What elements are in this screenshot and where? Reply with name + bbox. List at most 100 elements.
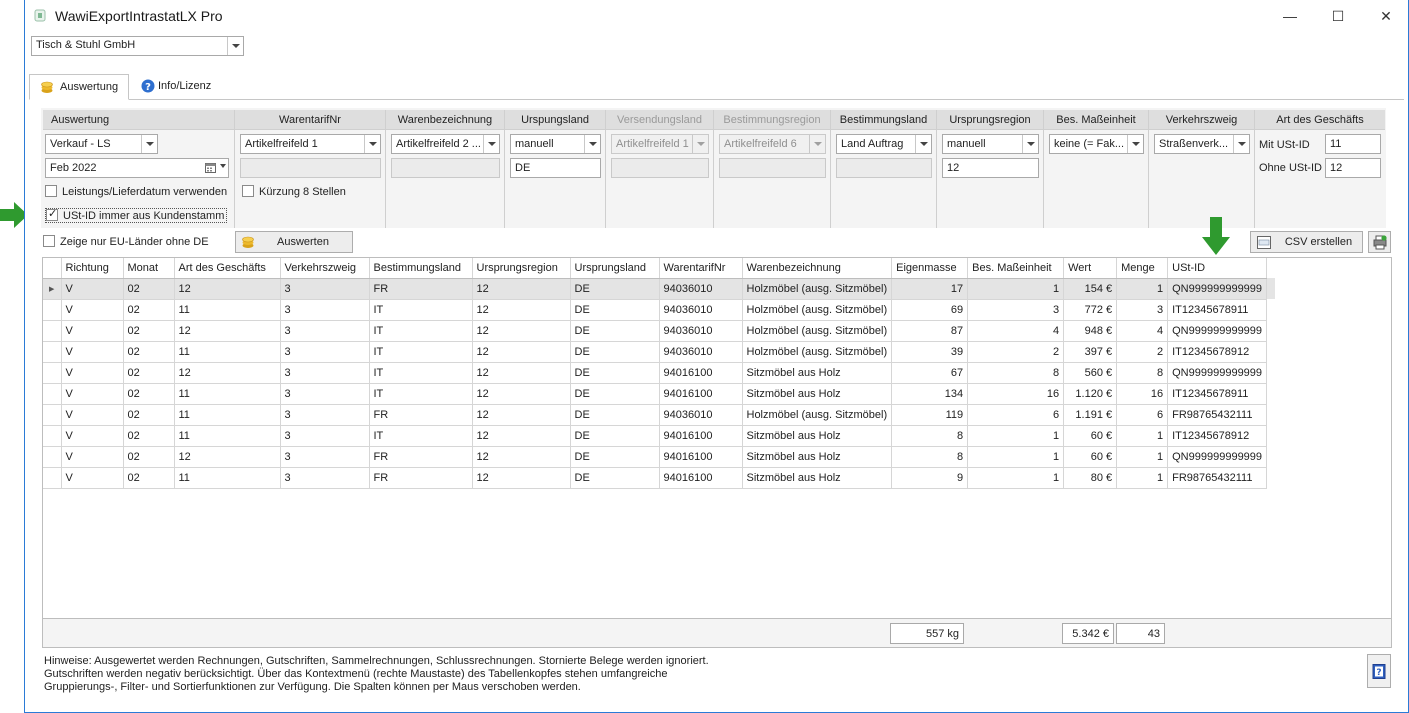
cell-verkehrszweig[interactable]: 3 bbox=[280, 425, 370, 447]
cell-ursprungsland[interactable]: DE bbox=[570, 299, 660, 321]
results-grid[interactable]: Richtung Monat Art des Geschäfts Verkehr… bbox=[42, 257, 1392, 619]
cell-ustid[interactable]: QN999999999999 bbox=[1167, 278, 1268, 300]
warentarifnr-select[interactable]: Artikelfreifeld 1 bbox=[240, 134, 381, 154]
cell-ustid[interactable]: IT12345678912 bbox=[1167, 341, 1268, 363]
col-header-verkehrszweig[interactable]: Verkehrszweig bbox=[280, 258, 370, 279]
versendungsland-input[interactable] bbox=[611, 158, 709, 178]
cell-bes-masseinheit[interactable]: 1 bbox=[967, 278, 1065, 300]
cell-ursprungsland[interactable]: DE bbox=[570, 278, 660, 300]
cell-verkehrszweig[interactable]: 3 bbox=[280, 278, 370, 300]
checkbox-kuerzung[interactable]: Kürzung 8 Stellen bbox=[242, 185, 346, 198]
cell-eigenmasse[interactable]: 69 bbox=[891, 299, 969, 321]
cell-ursprungsland[interactable]: DE bbox=[570, 446, 660, 468]
chevron-down-icon[interactable] bbox=[584, 135, 600, 153]
cell-ursprungsland[interactable]: DE bbox=[570, 425, 660, 447]
cell-bes-masseinheit[interactable]: 1 bbox=[967, 425, 1065, 447]
row-indicator[interactable] bbox=[43, 299, 62, 321]
checkbox-leistungsdatum[interactable]: Leistungs/Lieferdatum verwenden bbox=[45, 185, 227, 198]
cell-monat[interactable]: 02 bbox=[123, 320, 175, 342]
checkbox-box[interactable] bbox=[242, 185, 254, 197]
cell-bestimmungsland[interactable]: IT bbox=[369, 299, 473, 321]
cell-wert[interactable]: 1.191 € bbox=[1063, 404, 1118, 426]
cell-wert[interactable]: 80 € bbox=[1063, 467, 1118, 489]
cell-bes-masseinheit[interactable]: 2 bbox=[967, 341, 1065, 363]
company-select[interactable]: Tisch & Stuhl GmbH bbox=[31, 36, 244, 56]
minimize-button[interactable]: — bbox=[1275, 6, 1305, 26]
cell-ustid[interactable]: QN999999999999 bbox=[1167, 320, 1268, 342]
checkbox-box[interactable] bbox=[43, 235, 55, 247]
cell-menge[interactable]: 1 bbox=[1116, 467, 1169, 489]
row-indicator[interactable] bbox=[43, 320, 62, 342]
col-header-art-geschaefts[interactable]: Art des Geschäfts bbox=[174, 258, 281, 279]
cell-bes-masseinheit[interactable]: 1 bbox=[967, 467, 1065, 489]
cell-eigenmasse[interactable]: 8 bbox=[891, 446, 969, 468]
col-header-ursprungsland[interactable]: Ursprungsland bbox=[570, 258, 660, 279]
row-indicator[interactable] bbox=[43, 341, 62, 363]
cell-warentarifnr[interactable]: 94016100 bbox=[659, 362, 743, 384]
col-header-richtung[interactable]: Richtung bbox=[61, 258, 124, 279]
cell-bestimmungsland[interactable]: IT bbox=[369, 383, 473, 405]
warentarifnr-input[interactable] bbox=[240, 158, 381, 178]
cell-ursprungsregion[interactable]: 12 bbox=[472, 299, 571, 321]
cell-verkehrszweig[interactable]: 3 bbox=[280, 341, 370, 363]
cell-ursprungsregion[interactable]: 12 bbox=[472, 467, 571, 489]
cell-ursprungsland[interactable]: DE bbox=[570, 467, 660, 489]
cell-monat[interactable]: 02 bbox=[123, 404, 175, 426]
cell-menge[interactable]: 1 bbox=[1116, 278, 1169, 300]
cell-art-geschaefts[interactable]: 11 bbox=[174, 341, 281, 363]
chevron-down-icon[interactable] bbox=[1022, 135, 1038, 153]
col-header-bes-masseinheit[interactable]: Bes. Maßeinheit bbox=[967, 258, 1065, 279]
cell-menge[interactable]: 16 bbox=[1116, 383, 1169, 405]
col-header-warentarifnr[interactable]: WarentarifNr bbox=[659, 258, 743, 279]
col-header-ustid[interactable]: USt-ID bbox=[1167, 258, 1268, 279]
close-button[interactable]: ✕ bbox=[1371, 6, 1401, 26]
cell-richtung[interactable]: V bbox=[61, 299, 124, 321]
col-header-wert[interactable]: Wert bbox=[1063, 258, 1118, 279]
cell-wert[interactable]: 560 € bbox=[1063, 362, 1118, 384]
chevron-down-icon[interactable] bbox=[1233, 135, 1249, 153]
cell-verkehrszweig[interactable]: 3 bbox=[280, 467, 370, 489]
cell-wert[interactable]: 1.120 € bbox=[1063, 383, 1118, 405]
cell-richtung[interactable]: V bbox=[61, 425, 124, 447]
cell-warenbezeichnung[interactable]: Holzmöbel (ausg. Sitzmöbel) bbox=[742, 341, 893, 363]
cell-bestimmungsland[interactable]: IT bbox=[369, 320, 473, 342]
cell-eigenmasse[interactable]: 87 bbox=[891, 320, 969, 342]
cell-richtung[interactable]: V bbox=[61, 467, 124, 489]
cell-ursprungsregion[interactable]: 12 bbox=[472, 425, 571, 447]
cell-art-geschaefts[interactable]: 12 bbox=[174, 320, 281, 342]
cell-wert[interactable]: 397 € bbox=[1063, 341, 1118, 363]
table-row[interactable]: ▶ V 02 12 3 FR 12 DE 94036010 Holzmöbel (ausg. Si… bbox=[43, 278, 1276, 300]
cell-ursprungsregion[interactable]: 12 bbox=[472, 341, 571, 363]
checkbox-eu-only[interactable]: Zeige nur EU-Länder ohne DE bbox=[43, 235, 209, 248]
bes-masseinheit-select[interactable]: keine (= Fak... bbox=[1049, 134, 1144, 154]
table-row[interactable]: V 02 11 3 FR 12 DE 94036010 Holzmöbel (ausg. Sit… bbox=[43, 404, 1275, 426]
chevron-down-icon[interactable] bbox=[227, 37, 243, 55]
warenbezeichnung-select[interactable]: Artikelfreifeld 2 ... bbox=[391, 134, 500, 154]
cell-art-geschaefts[interactable]: 11 bbox=[174, 299, 281, 321]
cell-richtung[interactable]: V bbox=[61, 320, 124, 342]
cell-monat[interactable]: 02 bbox=[123, 299, 175, 321]
bestimmungsland-input[interactable] bbox=[836, 158, 932, 178]
cell-warentarifnr[interactable]: 94036010 bbox=[659, 341, 743, 363]
cell-warentarifnr[interactable]: 94036010 bbox=[659, 320, 743, 342]
cell-bes-masseinheit[interactable]: 6 bbox=[967, 404, 1065, 426]
cell-art-geschaefts[interactable]: 11 bbox=[174, 404, 281, 426]
cell-bes-masseinheit[interactable]: 1 bbox=[967, 446, 1065, 468]
row-indicator[interactable] bbox=[43, 446, 62, 468]
csv-erstellen-button[interactable]: CSV erstellen bbox=[1250, 231, 1363, 253]
cell-warentarifnr[interactable]: 94036010 bbox=[659, 278, 743, 300]
chevron-down-icon[interactable] bbox=[1127, 135, 1143, 153]
cell-art-geschaefts[interactable]: 11 bbox=[174, 425, 281, 447]
cell-verkehrszweig[interactable]: 3 bbox=[280, 404, 370, 426]
cell-monat[interactable]: 02 bbox=[123, 467, 175, 489]
table-row[interactable]: V 02 11 3 FR 12 DE 94016100 Sitzmöbel aus Holz 9 1… bbox=[43, 467, 1275, 489]
cell-warenbezeichnung[interactable]: Sitzmöbel aus Holz bbox=[742, 467, 893, 489]
table-row[interactable]: V 02 11 3 IT 12 DE 94036010 Holzmöbel (ausg. Sit… bbox=[43, 341, 1275, 363]
cell-bestimmungsland[interactable]: FR bbox=[369, 467, 473, 489]
ohne-ustid-input[interactable]: 12 bbox=[1325, 158, 1381, 178]
cell-verkehrszweig[interactable]: 3 bbox=[280, 383, 370, 405]
cell-art-geschaefts[interactable]: 11 bbox=[174, 467, 281, 489]
cell-art-geschaefts[interactable]: 12 bbox=[174, 278, 281, 300]
cell-menge[interactable]: 1 bbox=[1116, 425, 1169, 447]
cell-ursprungsland[interactable]: DE bbox=[570, 341, 660, 363]
